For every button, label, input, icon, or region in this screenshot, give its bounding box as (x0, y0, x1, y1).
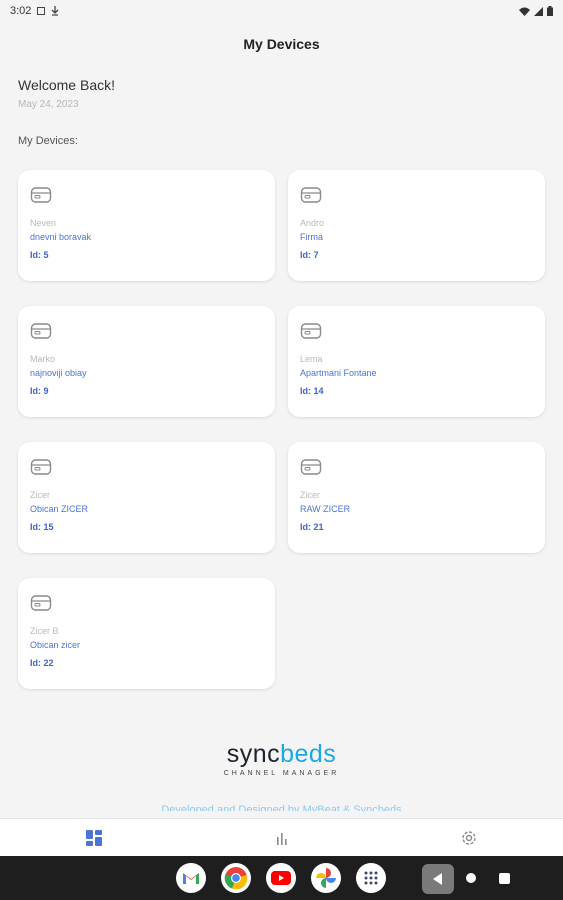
notification-square-icon (37, 7, 46, 15)
device-id: Id: 14 (300, 386, 324, 396)
device-icon (30, 323, 52, 339)
back-icon (433, 873, 442, 885)
bottom-nav (0, 818, 563, 856)
device-icon (300, 323, 322, 339)
dashboard-icon (85, 829, 102, 846)
welcome-greeting: Welcome Back! (18, 77, 115, 93)
settings-icon (462, 830, 476, 845)
bar-chart-icon (276, 832, 287, 845)
device-owner: Zicer (300, 490, 320, 500)
system-back-button[interactable] (422, 864, 454, 894)
device-card[interactable]: Zicer Obican ZICER Id: 15 (18, 442, 275, 553)
device-card[interactable]: Zicer RAW ZICER Id: 21 (288, 442, 545, 553)
device-id: Id: 21 (300, 522, 324, 532)
app-drawer-icon (364, 871, 378, 885)
device-id: Id: 22 (30, 658, 54, 668)
device-id: Id: 5 (30, 250, 49, 260)
device-id: Id: 9 (30, 386, 49, 396)
signal-icon (534, 6, 543, 16)
device-icon (30, 595, 52, 611)
device-icon (300, 187, 322, 203)
brand-logo: syncbeds CHANNEL MANAGER (0, 740, 563, 777)
nav-settings[interactable] (375, 819, 563, 856)
status-bar: 3:02 (0, 0, 563, 22)
device-owner: Andro (300, 218, 325, 228)
status-time: 3:02 (10, 5, 32, 17)
device-name: Apartmani Fontane (300, 368, 377, 378)
youtube-icon (271, 871, 291, 885)
system-navigation-bar (0, 856, 563, 900)
device-icon (30, 187, 52, 203)
system-recents-button[interactable] (499, 873, 510, 884)
credit-link[interactable]: Developed and Designed by MyBeat & Syncb… (0, 803, 563, 811)
wifi-icon (519, 7, 530, 16)
device-card[interactable]: Neven dnevni boravak Id: 5 (18, 170, 275, 281)
devices-grid: Neven dnevni boravak Id: 5 Andro Firma I… (18, 170, 545, 689)
dock-photos[interactable] (311, 863, 341, 893)
chrome-icon (224, 867, 248, 890)
device-name: Obican ZICER (30, 504, 89, 514)
device-owner: Neven (30, 218, 57, 228)
dock-chrome[interactable] (221, 863, 251, 893)
device-card[interactable]: Andro Firma Id: 7 (288, 170, 545, 281)
device-icon (300, 459, 322, 475)
device-id: Id: 15 (30, 522, 54, 532)
device-name: najnoviji obiay (30, 368, 87, 378)
brand-part-2: beds (280, 740, 337, 768)
device-name: Firma (300, 232, 323, 242)
device-icon (30, 459, 52, 475)
download-icon (51, 6, 59, 16)
device-name: dnevni boravak (30, 232, 92, 242)
dock-youtube[interactable] (266, 863, 296, 893)
brand-subtitle: CHANNEL MANAGER (223, 770, 340, 777)
brand-part-1: sync (226, 740, 281, 768)
device-owner: Lema (300, 354, 323, 364)
photos-icon (316, 868, 336, 888)
page-title: My Devices (243, 36, 320, 52)
device-owner: Marko (30, 354, 56, 364)
dock-gmail[interactable] (176, 863, 206, 893)
device-name: RAW ZICER (300, 504, 351, 514)
brand-wordmark: syncbeds (0, 740, 563, 769)
gmail-icon (183, 873, 199, 884)
device-owner: Zicer B (30, 626, 59, 636)
battery-icon (547, 6, 553, 16)
dock-app-drawer[interactable] (356, 863, 386, 893)
nav-statistics[interactable] (188, 819, 376, 856)
nav-dashboard[interactable] (0, 819, 188, 856)
device-card[interactable]: Lema Apartmani Fontane Id: 14 (288, 306, 545, 417)
devices-section-label: My Devices: (18, 135, 78, 147)
device-name: Obican zicer (30, 640, 81, 650)
device-id: Id: 7 (300, 250, 319, 260)
current-date: May 24, 2023 (18, 99, 79, 110)
device-card[interactable]: Marko najnoviji obiay Id: 9 (18, 306, 275, 417)
device-card[interactable]: Zicer B Obican zicer Id: 22 (18, 578, 275, 689)
device-owner: Zicer (30, 490, 50, 500)
system-home-button[interactable] (466, 873, 476, 883)
